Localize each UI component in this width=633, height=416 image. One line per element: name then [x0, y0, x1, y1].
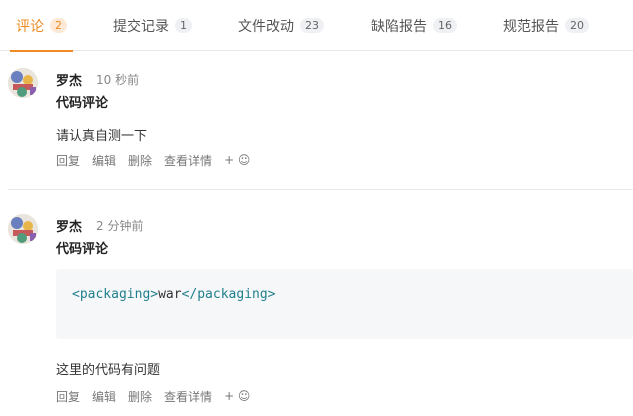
comment-text: 请认真自测一下: [56, 129, 148, 144]
avatar-image: [8, 68, 38, 98]
comment-actions: 回复 编辑 删除 查看详情 + ☺: [56, 388, 633, 404]
comment-title: 代码评论: [56, 242, 109, 257]
tab-count-badge: 16: [433, 18, 457, 33]
reply-button[interactable]: 回复: [56, 152, 80, 169]
view-details-button[interactable]: 查看详情: [164, 388, 212, 405]
tab-label: 文件改动: [238, 18, 294, 35]
tab-defect-report[interactable]: 缺陷报告 16: [371, 0, 457, 51]
delete-button[interactable]: 删除: [128, 152, 152, 169]
avatar-image: [8, 214, 38, 244]
tab-standard-report[interactable]: 规范报告 20: [503, 0, 589, 51]
comment-text: 这里的代码有问题: [56, 363, 161, 378]
tab-label: 评论: [16, 18, 44, 35]
comment-divider: [8, 189, 633, 190]
comment-time: 2 分钟前: [96, 218, 144, 233]
comment-author[interactable]: 罗杰: [56, 70, 82, 89]
add-reaction-button[interactable]: + ☺: [224, 389, 250, 403]
delete-button[interactable]: 删除: [128, 388, 152, 405]
comment-tabs: 评论 2 提交记录 1 文件改动 23 缺陷报告 16 规范报告 20: [0, 0, 633, 52]
tab-label: 提交记录: [113, 18, 169, 35]
view-details-button[interactable]: 查看详情: [164, 152, 212, 169]
edit-button[interactable]: 编辑: [92, 388, 116, 405]
tab-count-badge: 20: [565, 18, 589, 33]
avatar[interactable]: [8, 68, 38, 98]
comment-title: 代码评论: [56, 96, 109, 111]
edit-button[interactable]: 编辑: [92, 152, 116, 169]
tab-file-changes[interactable]: 文件改动 23: [238, 0, 324, 51]
comment-author[interactable]: 罗杰: [56, 216, 82, 235]
reply-button[interactable]: 回复: [56, 388, 80, 405]
comment-time: 10 秒前: [96, 72, 140, 87]
tab-label: 规范报告: [503, 18, 559, 35]
tab-comments[interactable]: 评论 2: [10, 0, 73, 52]
code-open-tag: <packaging>: [72, 287, 159, 302]
code-snippet: <packaging>war</packaging>: [56, 269, 633, 339]
code-content: war: [158, 287, 182, 302]
tab-label: 缺陷报告: [371, 18, 427, 35]
tab-count-badge: 1: [175, 18, 192, 33]
tab-commits[interactable]: 提交记录 1: [113, 0, 192, 51]
code-close-tag: </packaging>: [181, 287, 276, 302]
comment-actions: 回复 编辑 删除 查看详情 + ☺: [56, 152, 633, 168]
avatar[interactable]: [8, 214, 38, 244]
tab-count-badge: 2: [50, 18, 67, 33]
tab-count-badge: 23: [300, 18, 324, 33]
add-reaction-button[interactable]: + ☺: [224, 153, 250, 167]
